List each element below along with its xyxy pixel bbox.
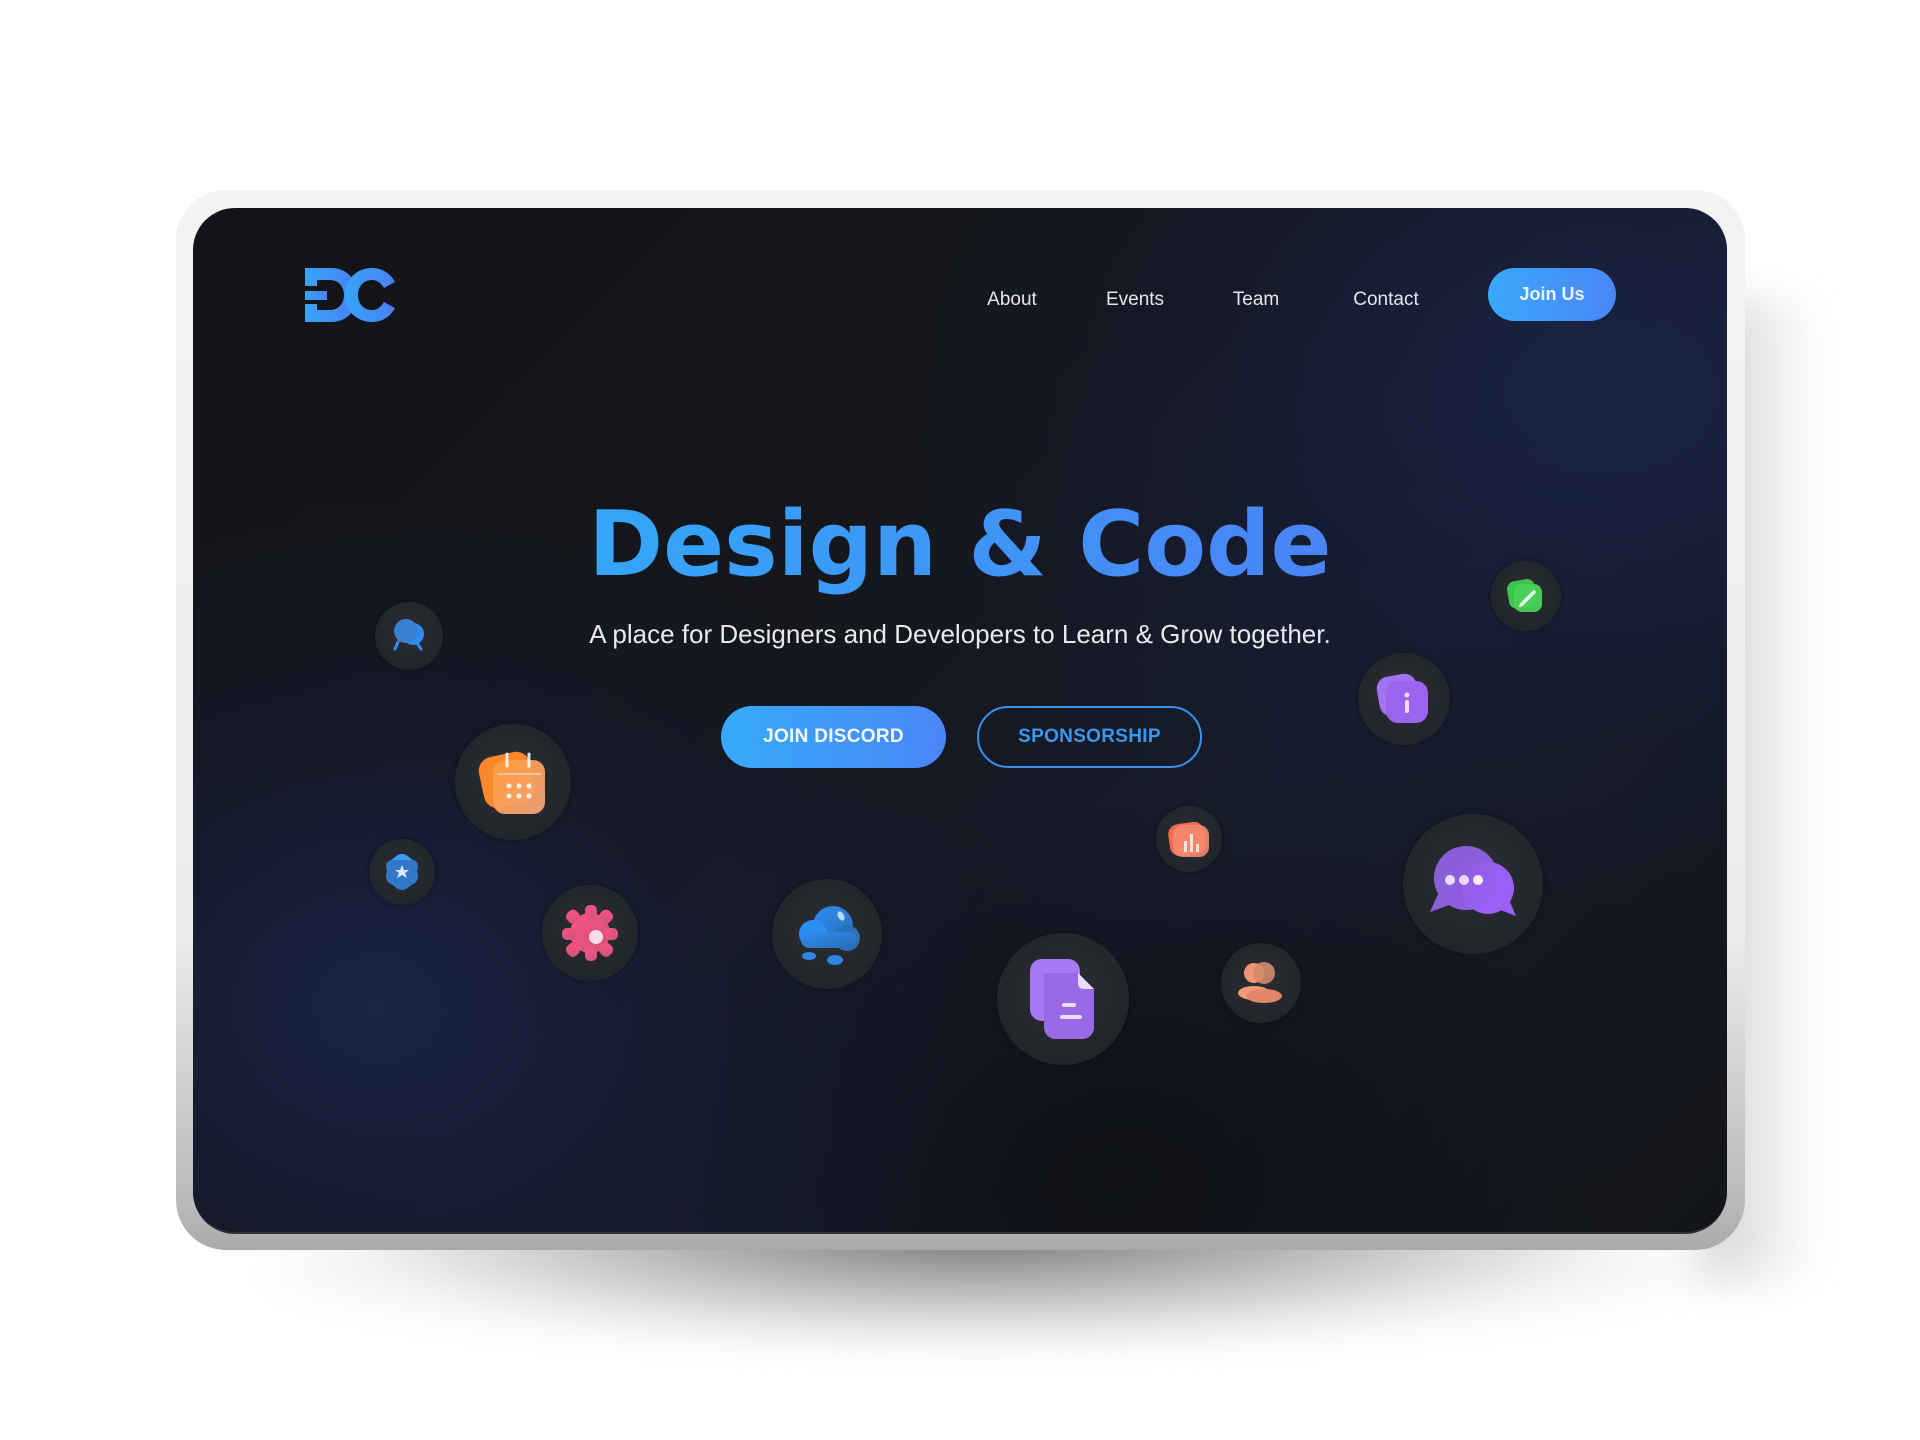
gear-icon: [562, 905, 618, 961]
nav-link-team[interactable]: Team: [1233, 280, 1279, 320]
star-badge-bubble: [369, 839, 435, 905]
info-bubble: [1358, 653, 1450, 745]
bar-chart-icon: [1168, 821, 1209, 857]
join-us-button[interactable]: Join Us: [1488, 268, 1616, 321]
message-bubble: [1403, 814, 1543, 954]
star-badge-icon: [386, 854, 418, 890]
join-discord-button[interactable]: JOIN DISCORD: [721, 706, 946, 768]
bar-chart-bubble: [1156, 806, 1222, 872]
user-bubble: [1221, 943, 1301, 1023]
hero-title-text: Design & Code: [588, 492, 1332, 597]
document-bubble: [997, 933, 1129, 1065]
gear-bubble: [542, 885, 638, 981]
message-icon: [1430, 846, 1516, 916]
pencil-bubble: [1491, 561, 1561, 631]
chat-bubble: [375, 602, 443, 670]
user-icon: [1238, 962, 1282, 1003]
nav-link-contact[interactable]: Contact: [1353, 280, 1418, 320]
calendar-bubble: [455, 724, 571, 840]
cloud-icon: [799, 906, 860, 965]
document-icon: [1030, 959, 1094, 1039]
sponsorship-button[interactable]: SPONSORSHIP: [977, 706, 1202, 768]
nav-link-events[interactable]: Events: [1106, 280, 1164, 320]
nav-link-about[interactable]: About: [987, 280, 1037, 320]
cloud-bubble: [772, 879, 882, 989]
landing-page: About Events Team Contact Join Us Design…: [193, 208, 1727, 1234]
chat-icon: [393, 619, 424, 651]
info-icon: [1376, 673, 1428, 723]
calendar-icon: [478, 751, 545, 814]
pencil-icon: [1507, 579, 1542, 612]
